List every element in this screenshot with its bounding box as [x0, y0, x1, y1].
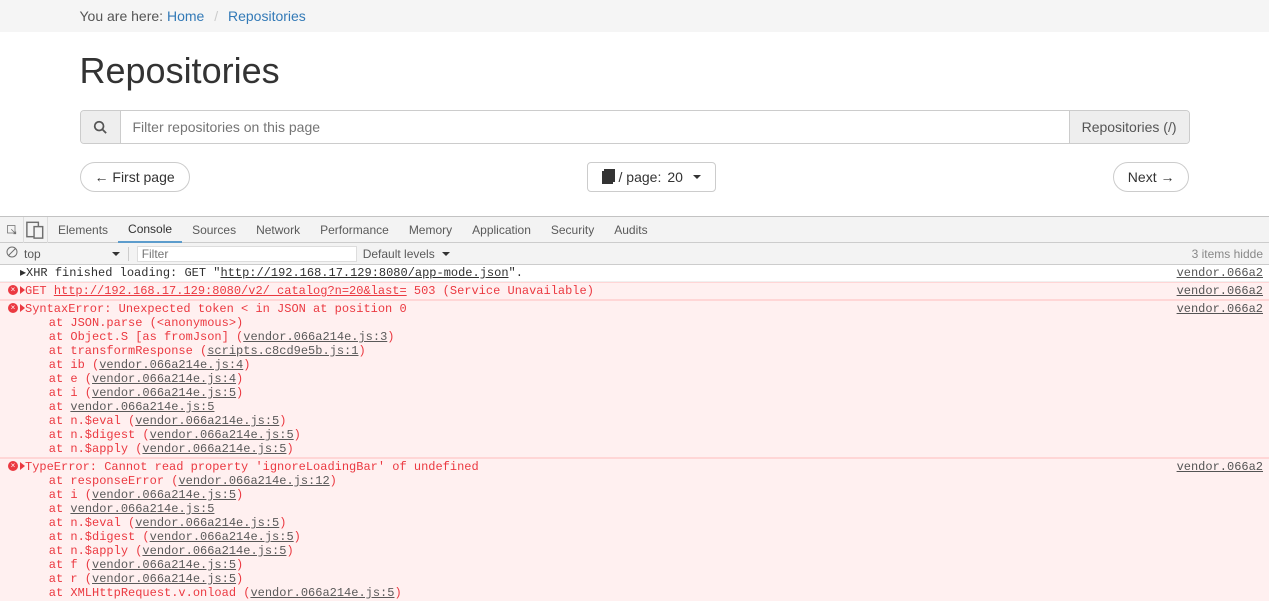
context-dropdown[interactable]: top: [24, 247, 120, 261]
console-filter-bar: top Default levels 3 items hidde: [0, 243, 1269, 265]
next-page-button[interactable]: Next →: [1113, 162, 1190, 192]
page-icon: [602, 171, 613, 184]
log-icon: [6, 266, 20, 267]
console-log-row[interactable]: ×GET http://192.168.17.129:8080/v2/ cata…: [0, 282, 1269, 300]
breadcrumb-home-link[interactable]: Home: [167, 8, 204, 24]
devtools-tab-network[interactable]: Network: [246, 217, 310, 243]
per-page-value: 20: [667, 169, 683, 185]
per-page-dropdown[interactable]: / page: 20: [587, 162, 716, 192]
error-icon: ×: [6, 284, 20, 295]
levels-label: Default levels: [363, 247, 435, 261]
search-icon: [81, 111, 121, 143]
devtools-tab-audits[interactable]: Audits: [604, 217, 657, 243]
log-source-link[interactable]: vendor.066a2: [1177, 284, 1269, 298]
breadcrumb-current-link[interactable]: Repositories: [228, 8, 306, 24]
console-filter-input[interactable]: [137, 246, 357, 262]
breadcrumb-prefix: You are here:: [80, 8, 164, 24]
levels-dropdown[interactable]: Default levels: [363, 247, 450, 261]
console-log-area[interactable]: ▸XHR finished loading: GET "http://192.1…: [0, 265, 1269, 601]
hidden-count: 3 items hidde: [1192, 247, 1263, 261]
console-log-row[interactable]: ×TypeError: Cannot read property 'ignore…: [0, 458, 1269, 601]
separator: [128, 247, 129, 261]
chevron-down-icon: [112, 252, 120, 256]
clear-console-icon[interactable]: [6, 246, 18, 261]
error-icon: ×: [6, 460, 20, 471]
devtools-tab-performance[interactable]: Performance: [310, 217, 399, 243]
devtools-tab-application[interactable]: Application: [462, 217, 541, 243]
chevron-down-icon: [442, 252, 450, 256]
devtools-tabs: ElementsConsoleSourcesNetworkPerformance…: [0, 217, 1269, 243]
breadcrumb-bar: You are here: Home / Repositories: [0, 0, 1269, 32]
chevron-down-icon: [693, 175, 701, 179]
devtools-panel: ElementsConsoleSourcesNetworkPerformance…: [0, 216, 1269, 600]
console-log-row[interactable]: ×SyntaxError: Unexpected token < in JSON…: [0, 300, 1269, 458]
breadcrumb: You are here: Home / Repositories: [80, 8, 306, 24]
device-toolbar-icon[interactable]: [24, 217, 48, 243]
search-bar: Repositories (/): [80, 110, 1190, 144]
filter-repositories-input[interactable]: [121, 111, 1069, 143]
error-icon: ×: [6, 302, 20, 313]
log-source-link[interactable]: vendor.066a2: [1177, 302, 1269, 316]
repositories-hint: Repositories (/): [1069, 111, 1189, 143]
per-page-prefix: / page:: [619, 169, 662, 185]
console-log-row[interactable]: ▸XHR finished loading: GET "http://192.1…: [0, 265, 1269, 282]
context-label: top: [24, 247, 41, 261]
log-source-link[interactable]: vendor.066a2: [1177, 460, 1269, 474]
first-page-button[interactable]: ← First page: [80, 162, 190, 192]
inspect-icon[interactable]: [0, 217, 24, 243]
app-page: You are here: Home / Repositories Reposi…: [0, 0, 1269, 216]
devtools-tab-console[interactable]: Console: [118, 217, 182, 243]
devtools-tab-security[interactable]: Security: [541, 217, 604, 243]
log-source-link[interactable]: vendor.066a2: [1177, 266, 1269, 280]
breadcrumb-separator: /: [208, 8, 224, 24]
page-title: Repositories: [80, 50, 1190, 92]
devtools-tab-sources[interactable]: Sources: [182, 217, 246, 243]
pager: ← First page / page: 20 Next →: [80, 162, 1190, 192]
devtools-tab-elements[interactable]: Elements: [48, 217, 118, 243]
devtools-tab-memory[interactable]: Memory: [399, 217, 462, 243]
